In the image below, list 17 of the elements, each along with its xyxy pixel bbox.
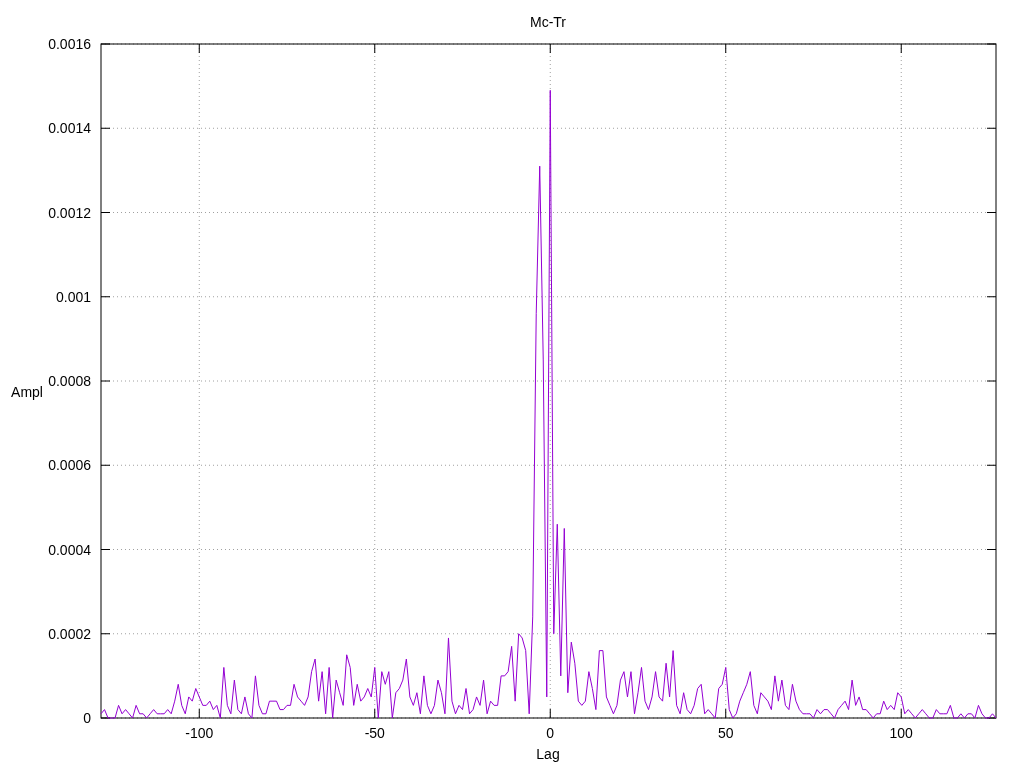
x-tick-label: -50	[364, 725, 385, 741]
x-axis-label: Lag	[536, 746, 560, 762]
x-tick-label: -100	[185, 725, 214, 741]
y-tick-label: 0.001	[55, 288, 91, 305]
y-tick-label: 0.0012	[48, 204, 91, 221]
x-tick-label: 0	[546, 725, 555, 741]
y-tick-label: 0	[83, 710, 91, 726]
y-tick-label: 0.0016	[48, 36, 91, 52]
chart-title: Mc-Tr	[530, 14, 566, 30]
y-tick-label: 0.0014	[48, 120, 91, 137]
y-tick-label: 0.0004	[48, 541, 91, 558]
y-tick-label: 0.0008	[48, 373, 91, 389]
y-axis-label: Ampl	[11, 384, 43, 400]
x-tick-label: 100	[889, 725, 913, 741]
x-tick-label: 50	[717, 725, 734, 741]
y-tick-label: 0.0002	[48, 625, 91, 642]
y-tick-label: 0.0006	[48, 457, 91, 474]
